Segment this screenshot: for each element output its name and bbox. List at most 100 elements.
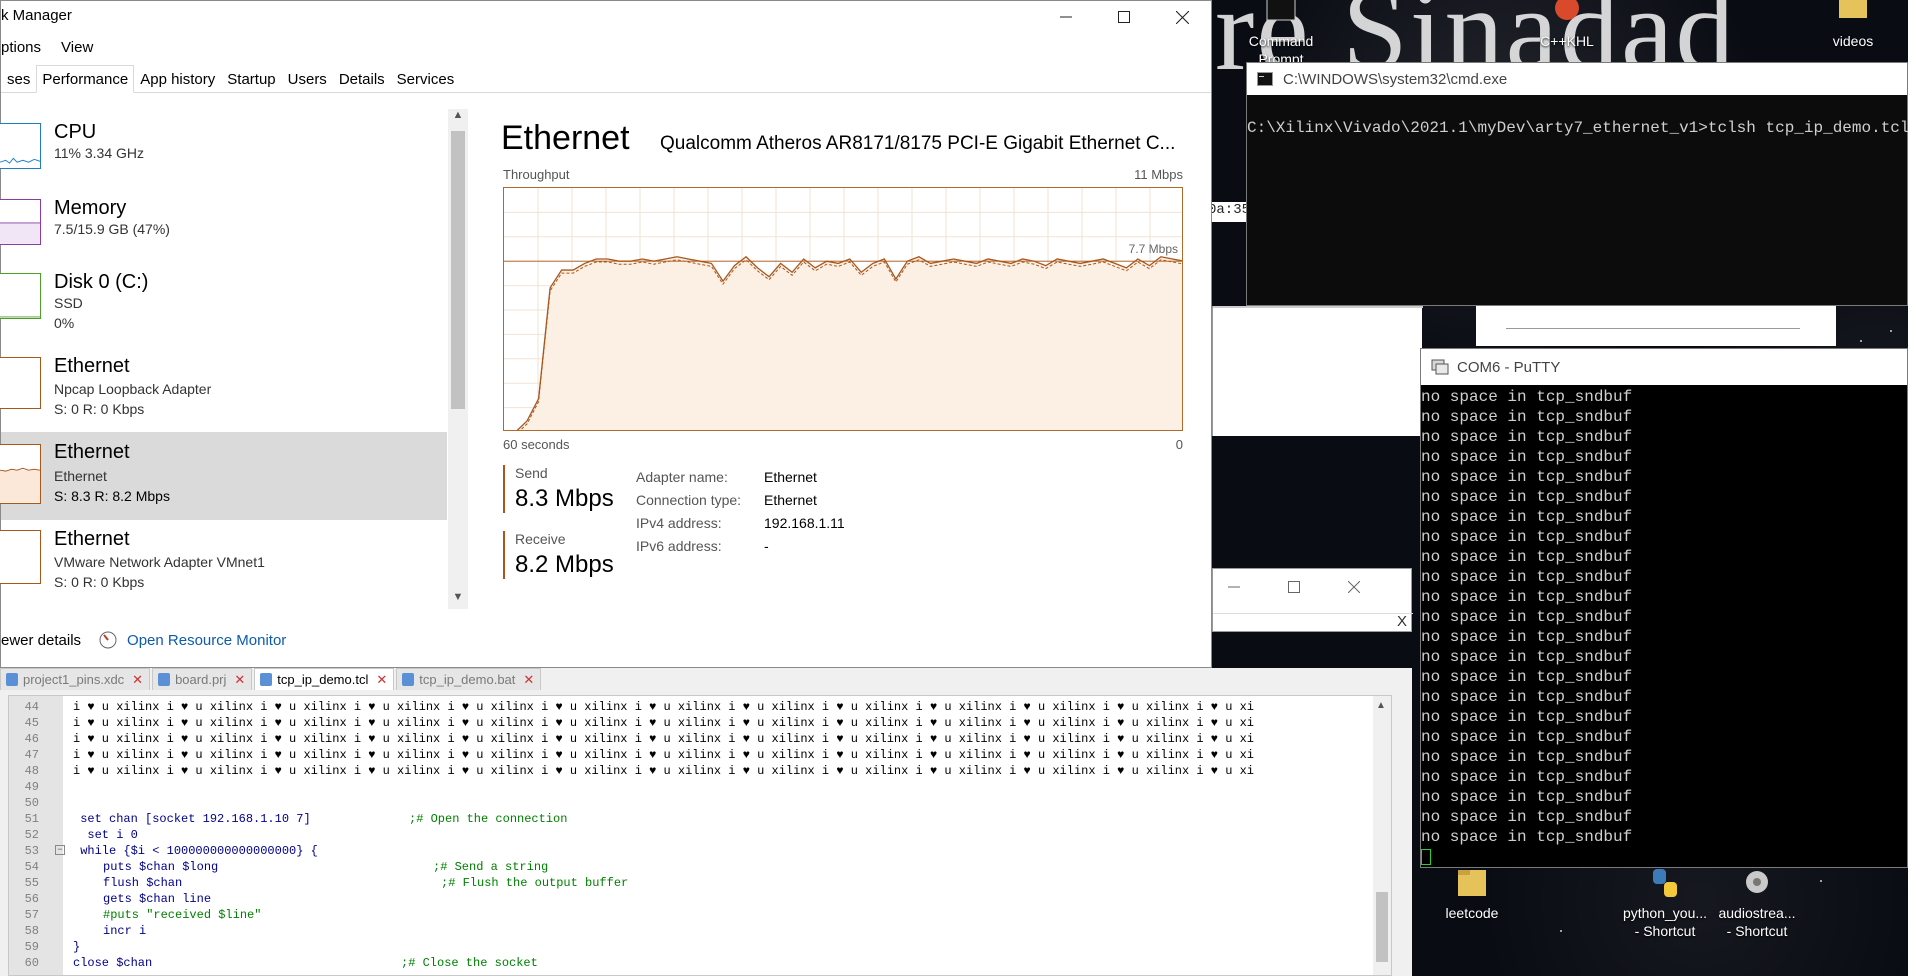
- console-icon: [1257, 72, 1273, 86]
- editor-tab[interactable]: tcp_ip_demo.bat ✕: [396, 668, 542, 690]
- graph-time-label: 60 seconds: [503, 437, 570, 452]
- terminal-line: no space in tcp_sndbuf: [1421, 548, 1633, 566]
- minimize-icon: [1060, 16, 1072, 18]
- tab-startup[interactable]: Startup: [221, 65, 281, 93]
- line-number: 57: [24, 908, 39, 922]
- desktop-icon-cpp[interactable]: C++KHL: [1522, 0, 1612, 50]
- python-icon: [1653, 869, 1677, 897]
- desktop-icon-videos[interactable]: videos: [1808, 0, 1898, 50]
- property-key: IPv6 address:: [636, 538, 722, 554]
- sidebar-item-disk[interactable]: Disk 0 (C:) SSD 0%: [0, 259, 447, 345]
- terminal-line: no space in tcp_sndbuf: [1421, 388, 1633, 406]
- sidebar-item-name: CPU: [54, 121, 97, 143]
- desktop-icon-command-prompt[interactable]: Command Prompt: [1236, 0, 1326, 68]
- sidebar-item-name: Ethernet: [54, 528, 130, 550]
- tab-services[interactable]: Services: [391, 65, 461, 93]
- editor-tab[interactable]: board.prj ✕: [152, 668, 253, 690]
- cmd-titlebar[interactable]: C:\WINDOWS\system32\cmd.exe: [1247, 63, 1907, 95]
- code-editor-window[interactable]: project1_pins.xdc ✕ board.prj ✕ tcp_ip_dem…: [0, 668, 1412, 976]
- tab-strip: ses Performance App history Startup User…: [1, 65, 1211, 93]
- adapter-properties: Adapter name: Ethernet Connection type: …: [636, 469, 904, 554]
- minimize-button[interactable]: [1037, 1, 1095, 33]
- line-number: 54: [24, 860, 39, 874]
- throughput-area: [517, 256, 1182, 430]
- terminal-line: no space in tcp_sndbuf: [1421, 428, 1633, 446]
- gear-icon: [1746, 871, 1768, 893]
- background-window[interactable]: [1212, 306, 1423, 436]
- cmd-window[interactable]: C:\WINDOWS\system32\cmd.exe C:\Xilinx\Vi…: [1246, 62, 1908, 306]
- desktop-icon-label: C++KHL: [1540, 33, 1594, 49]
- sidebar-item-ethernet-vmnet1[interactable]: Ethernet VMware Network Adapter VMnet1 S…: [0, 520, 447, 606]
- scrollbar-thumb[interactable]: [451, 131, 465, 409]
- close-button[interactable]: [1333, 569, 1375, 605]
- maximize-button[interactable]: [1273, 569, 1315, 605]
- sidebar-item-detail: 11% 3.34 GHz: [54, 145, 145, 161]
- code-text: i ♥ u xilinx i ♥ u xilinx i ♥ u xilinx i…: [73, 732, 1254, 746]
- close-button[interactable]: [1153, 1, 1211, 33]
- menu-options[interactable]: ptions: [1, 39, 41, 56]
- terminal-line: no space in tcp_sndbuf: [1421, 768, 1633, 786]
- putty-icon: [1431, 359, 1449, 375]
- desktop-icon-label: videos: [1832, 33, 1874, 49]
- scroll-up-icon[interactable]: ▲: [1376, 700, 1386, 711]
- close-tab-icon[interactable]: ✕: [132, 672, 143, 687]
- cpu-mini-graph: [0, 123, 41, 169]
- tab-app-history[interactable]: App history: [134, 65, 221, 93]
- sidebar-item-name: Ethernet: [54, 441, 130, 463]
- terminal-line: no space in tcp_sndbuf: [1421, 828, 1633, 846]
- minimize-button[interactable]: [1213, 569, 1255, 605]
- desktop-icon-label: audiostrea...: [1718, 905, 1796, 921]
- send-value: 8.3 Mbps: [515, 485, 614, 512]
- editor-tab[interactable]: project1_pins.xdc ✕: [0, 668, 151, 690]
- sidebar-item-cpu[interactable]: CPU 11% 3.34 GHz: [0, 109, 447, 195]
- tab-details[interactable]: Details: [333, 65, 391, 93]
- ethernet-mini-graph: [0, 357, 41, 409]
- memory-mini-graph: [0, 199, 41, 245]
- dialog-close-x[interactable]: X: [1397, 613, 1407, 630]
- fold-toggle-icon[interactable]: −: [55, 845, 65, 855]
- sidebar-item-rate: S: 0 R: 0 Kbps: [54, 574, 145, 590]
- sidebar-item-name: Disk 0 (C:): [54, 271, 149, 293]
- fewer-details-link[interactable]: ewer details: [1, 632, 81, 649]
- tab-users[interactable]: Users: [282, 65, 333, 93]
- cmd-title: C:\WINDOWS\system32\cmd.exe: [1283, 70, 1508, 88]
- resource-monitor-icon: [99, 631, 117, 649]
- scrollbar-thumb[interactable]: [1376, 892, 1388, 962]
- putty-window[interactable]: COM6 - PuTTY no space in tcp_sndbufno sp…: [1420, 348, 1908, 868]
- task-manager-window[interactable]: k Manager ptions View ses Performance Ap…: [0, 0, 1212, 668]
- menu-view[interactable]: View: [61, 39, 93, 56]
- desktop-icon-sublabel: - Shortcut: [1726, 923, 1788, 939]
- close-tab-icon[interactable]: ✕: [376, 672, 387, 687]
- sidebar-item-ethernet-npcap[interactable]: Ethernet Npcap Loopback Adapter S: 0 R: …: [0, 347, 447, 433]
- terminal-line: no space in tcp_sndbuf: [1421, 728, 1633, 746]
- tab-performance[interactable]: Performance: [36, 65, 135, 93]
- terminal-line: no space in tcp_sndbuf: [1421, 608, 1633, 626]
- editor-scrollbar[interactable]: ▲: [1373, 696, 1391, 975]
- scroll-down-icon[interactable]: ▼: [448, 591, 468, 609]
- code-area[interactable]: 44 i ♥ u xilinx i ♥ u xilinx i ♥ u xilinx…: [8, 695, 1392, 976]
- close-tab-icon[interactable]: ✕: [523, 672, 534, 687]
- putty-titlebar[interactable]: COM6 - PuTTY: [1421, 349, 1907, 385]
- line-number: 53: [24, 844, 39, 858]
- desktop-icon-leetcode[interactable]: leetcode: [1427, 866, 1517, 922]
- send-stat: Send 8.3 Mbps: [503, 465, 623, 513]
- disk-mini-graph: [0, 273, 41, 319]
- tab-processes[interactable]: ses: [1, 65, 36, 93]
- partial-text: 0a:35: [1208, 202, 1250, 222]
- scroll-up-icon[interactable]: ▲: [448, 109, 468, 127]
- editor-tab-active[interactable]: tcp_ip_demo.tcl ✕: [254, 668, 395, 690]
- maximize-button[interactable]: [1095, 1, 1153, 33]
- desktop-icon-python[interactable]: python_you... - Shortcut: [1620, 866, 1710, 940]
- desktop-icon-audiostream[interactable]: audiostrea... - Shortcut: [1712, 866, 1802, 940]
- receive-value: 8.2 Mbps: [515, 551, 614, 578]
- sidebar-item-ethernet[interactable]: Ethernet Ethernet S: 8.3 R: 8.2 Mbps: [0, 432, 447, 520]
- sidebar-item-detail: VMware Network Adapter VMnet1: [54, 554, 265, 570]
- empty-dialog-window[interactable]: X: [1212, 568, 1413, 632]
- code-comment: #puts "received $line": [103, 908, 262, 922]
- code-text: set i 0: [73, 828, 138, 842]
- terminal-line: no space in tcp_sndbuf: [1421, 788, 1633, 806]
- close-tab-icon[interactable]: ✕: [234, 672, 245, 687]
- code-comment: ;# Flush the output buffer: [441, 876, 629, 890]
- sidebar-scrollbar[interactable]: ▲ ▼: [448, 109, 468, 609]
- open-resource-monitor-link[interactable]: Open Resource Monitor: [127, 632, 286, 649]
